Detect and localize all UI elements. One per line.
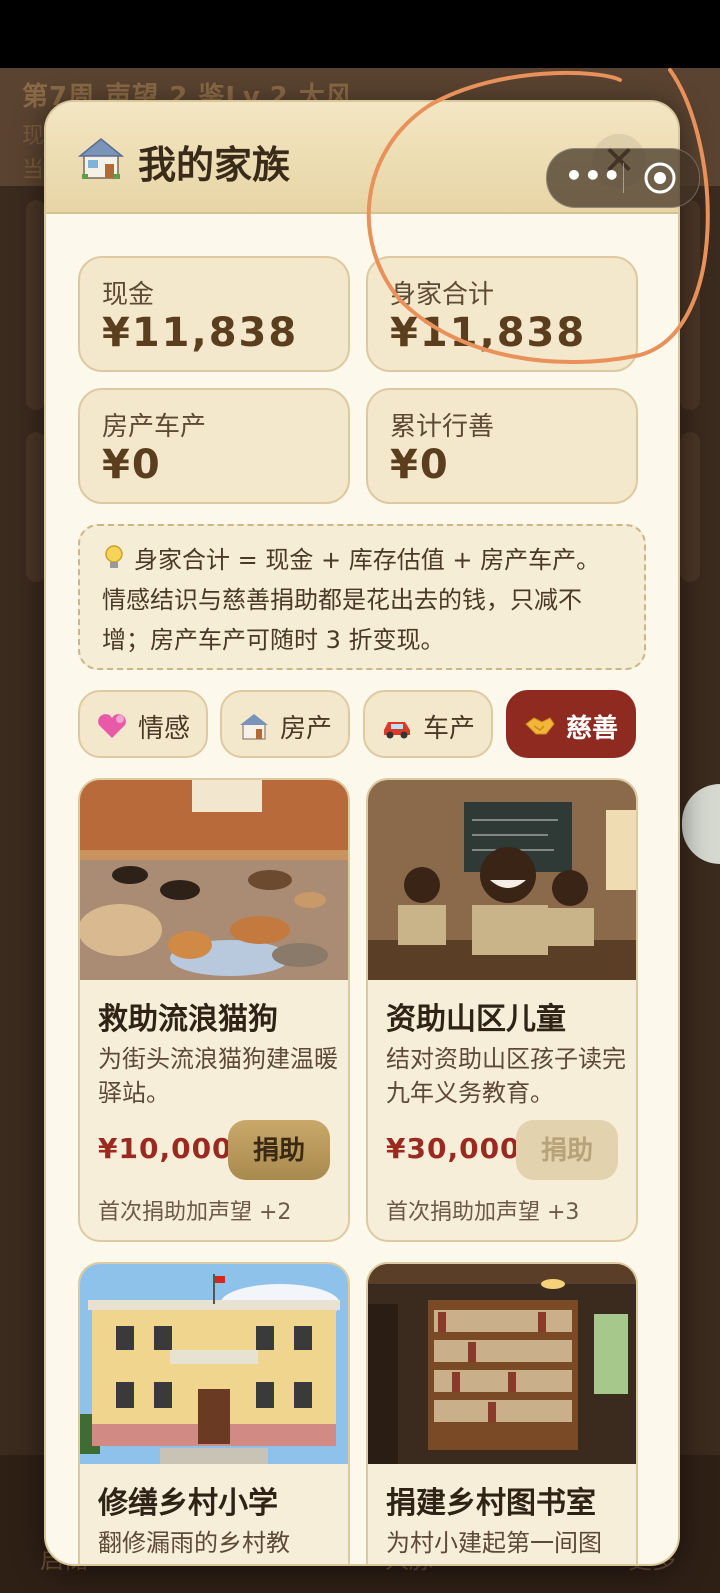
car-icon	[384, 722, 410, 739]
stat-label: 身家合计	[390, 280, 495, 310]
stat-card-net-worth: 身家合计 ¥11,838	[366, 256, 638, 372]
tab-charity[interactable]: 慈善	[506, 690, 636, 758]
rural-library-photo	[368, 1264, 636, 1464]
close-target-icon[interactable]	[642, 160, 678, 196]
info-tip: 身家合计 = 现金 + 库存估值 + 房产车产。情感结识与慈善捐助都是花出去的钱…	[78, 524, 646, 670]
stat-card-cash: 现金 ¥11,838	[78, 256, 350, 372]
charity-price: ¥10,000	[98, 1132, 233, 1165]
more-icon[interactable]: •••	[565, 159, 622, 192]
game-panel	[680, 200, 700, 410]
tab-emotion[interactable]: 情感	[78, 690, 208, 758]
stat-value: ¥11,838	[102, 310, 299, 356]
stat-label: 累计行善	[390, 412, 495, 442]
house-icon	[240, 714, 268, 740]
charity-card-rural-library: 捐建乡村图书室 为村小建起第一间图	[366, 1262, 638, 1564]
family-modal: 我的家族 ✕ 现金 ¥11,838 身家合计 ¥11,838 房产车产 ¥0 累…	[44, 100, 680, 1566]
donate-button[interactable]: 捐助	[516, 1120, 618, 1180]
donate-button[interactable]: 捐助	[228, 1120, 330, 1180]
charity-card-stray-animals: 救助流浪猫狗 为街头流浪猫狗建温暖驿站。 ¥10,000 捐助 首次捐助加声望 …	[78, 778, 350, 1242]
stat-label: 现金	[102, 280, 155, 310]
status-bar	[0, 0, 720, 68]
tab-label: 慈善	[566, 714, 619, 744]
charity-title: 捐建乡村图书室	[386, 1486, 596, 1521]
capsule-divider	[623, 163, 624, 193]
charity-note: 首次捐助加声望 +2	[98, 1200, 292, 1225]
charity-desc: 结对资助山区孩子读完九年义务教育。	[386, 1045, 626, 1107]
game-panel	[26, 432, 46, 582]
tab-label: 房产	[280, 714, 333, 744]
lightbulb-icon	[105, 545, 123, 568]
rural-school-photo	[80, 1264, 348, 1464]
heart-icon	[98, 714, 126, 738]
stat-value: ¥11,838	[390, 310, 587, 356]
house-icon	[78, 138, 124, 179]
charity-desc: 翻修漏雨的乡村教	[98, 1529, 290, 1557]
charity-title: 修缮乡村小学	[98, 1486, 278, 1521]
tab-label: 车产	[423, 714, 476, 744]
game-status-line-2: 现	[22, 124, 45, 149]
game-panel	[26, 200, 46, 410]
handshake-icon	[525, 717, 555, 735]
charity-price: ¥30,000	[386, 1132, 521, 1165]
charity-title: 资助山区儿童	[386, 1002, 566, 1037]
charity-desc: 为村小建起第一间图	[386, 1529, 602, 1557]
mini-program-capsule: •••	[546, 148, 700, 208]
charity-note: 首次捐助加声望 +3	[386, 1200, 580, 1225]
stat-label: 房产车产	[102, 412, 207, 442]
tab-label: 情感	[138, 714, 191, 744]
modal-title: 我的家族	[138, 143, 291, 187]
charity-title: 救助流浪猫狗	[98, 1002, 278, 1037]
stat-value: ¥0	[102, 442, 162, 488]
charity-card-rural-school: 修缮乡村小学 翻修漏雨的乡村教	[78, 1262, 350, 1564]
charity-desc: 为街头流浪猫狗建温暖驿站。	[98, 1045, 338, 1107]
game-panel	[680, 432, 700, 582]
game-status-line-3: 当	[22, 158, 45, 183]
tip-text: 身家合计 = 现金 + 库存估值 + 房产车产。情感结识与慈善捐助都是花出去的钱…	[102, 546, 601, 654]
charity-card-mountain-children: 资助山区儿童 结对资助山区孩子读完九年义务教育。 ¥30,000 捐助 首次捐助…	[366, 778, 638, 1242]
stat-value: ¥0	[390, 442, 450, 488]
tab-car[interactable]: 车产	[363, 690, 493, 758]
mountain-children-photo	[368, 780, 636, 980]
stat-card-property: 房产车产 ¥0	[78, 388, 350, 504]
tab-property[interactable]: 房产	[220, 690, 350, 758]
stray-animals-photo	[80, 780, 348, 980]
stat-card-charity-total: 累计行善 ¥0	[366, 388, 638, 504]
